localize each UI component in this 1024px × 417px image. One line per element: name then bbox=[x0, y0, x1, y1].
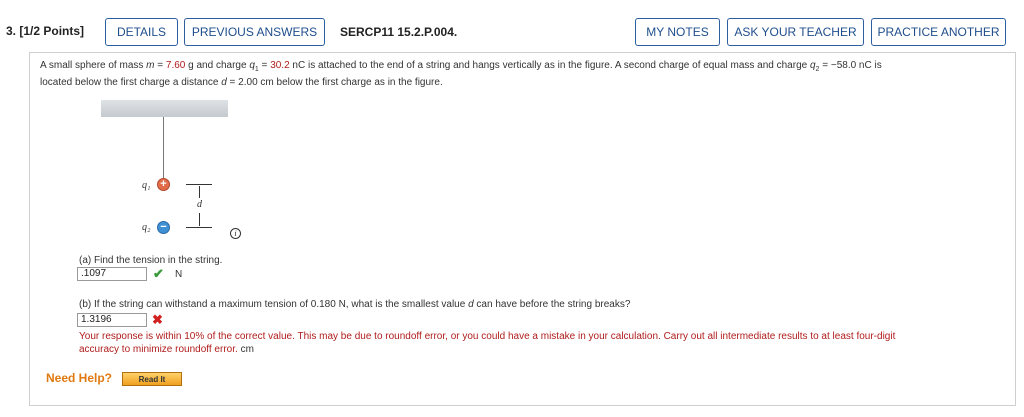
previous-answers-button[interactable]: PREVIOUS ANSWERS bbox=[184, 18, 325, 46]
dimension-line-top bbox=[186, 184, 212, 185]
incorrect-x-icon: ✖ bbox=[152, 312, 163, 327]
part-b-unit: cm bbox=[240, 344, 254, 355]
correct-check-icon: ✔ bbox=[153, 266, 164, 281]
part-b-answer-input[interactable]: 1.3196 bbox=[77, 313, 147, 327]
part-a-prompt: (a) Find the tension in the string. bbox=[79, 255, 223, 266]
positive-charge-sphere: + bbox=[157, 178, 170, 191]
problem-code: SERCP11 15.2.P.004. bbox=[340, 25, 458, 39]
arrow-up-icon bbox=[199, 186, 200, 198]
read-it-button[interactable]: Read It bbox=[122, 372, 182, 386]
arrow-down-icon bbox=[199, 213, 200, 226]
problem-statement: A small sphere of mass m = 7.60 g and ch… bbox=[40, 60, 882, 73]
q2-label: q₂ bbox=[142, 222, 151, 233]
ask-your-teacher-button[interactable]: ASK YOUR TEACHER bbox=[727, 18, 864, 46]
part-a-answer-input[interactable]: .1097 bbox=[77, 267, 147, 281]
part-b-feedback: Your response is within 10% of the corre… bbox=[79, 331, 896, 355]
dimension-line-bottom bbox=[186, 227, 212, 228]
minus-icon: − bbox=[160, 221, 167, 233]
part-a-unit: N bbox=[175, 269, 183, 280]
question-header: 3. [1/2 Points] DETAILS PREVIOUS ANSWERS… bbox=[0, 0, 1024, 52]
string bbox=[163, 117, 164, 178]
need-help-label: Need Help? bbox=[46, 371, 113, 385]
problem-statement-line2: located below the first charge a distanc… bbox=[40, 77, 443, 88]
info-icon[interactable]: i bbox=[230, 228, 241, 239]
details-button[interactable]: DETAILS bbox=[105, 18, 178, 46]
distance-label: d bbox=[197, 199, 202, 210]
plus-icon: + bbox=[160, 178, 167, 190]
negative-charge-sphere: − bbox=[157, 221, 170, 234]
question-title: 3. [1/2 Points] bbox=[6, 24, 85, 38]
my-notes-button[interactable]: MY NOTES bbox=[635, 18, 720, 46]
mass-value: 7.60 bbox=[165, 60, 186, 71]
ceiling bbox=[101, 100, 228, 117]
practice-another-button[interactable]: PRACTICE ANOTHER bbox=[871, 18, 1006, 46]
part-b-prompt: (b) If the string can withstand a maximu… bbox=[79, 299, 631, 310]
q1-value: 30.2 bbox=[270, 60, 290, 71]
q1-label: q₁ bbox=[142, 180, 151, 191]
